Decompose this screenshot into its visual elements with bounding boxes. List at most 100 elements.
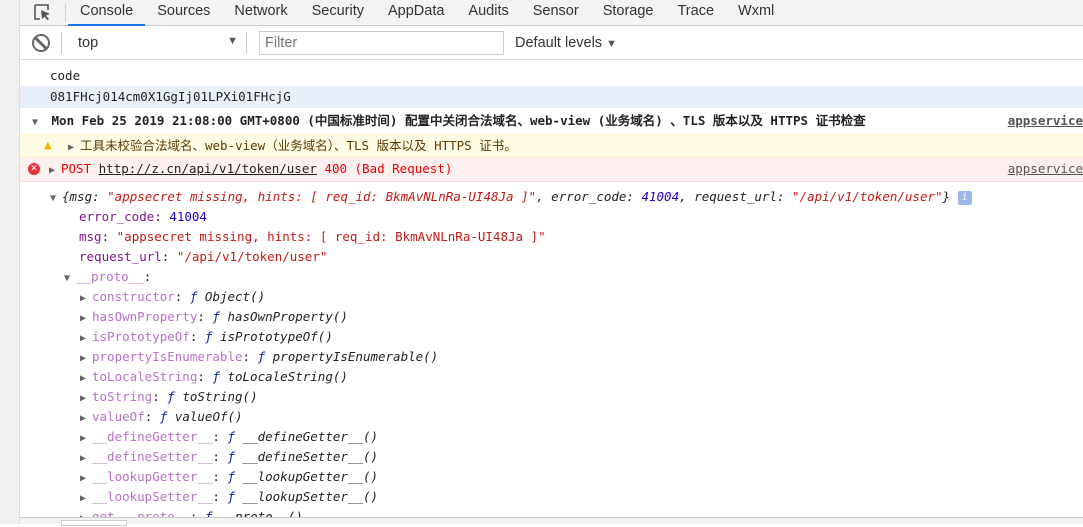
preview-part: "/api/v1/token/user": [792, 189, 943, 204]
collapsed-triangle-icon: ▶: [80, 393, 87, 404]
proto-property-row[interactable]: ▶ propertyIsEnumerable: ƒ propertyIsEnume…: [20, 347, 1083, 367]
function-signature: hasOwnProperty(): [227, 309, 348, 324]
proto-property-row[interactable]: ▶ constructor: ƒ Object(): [20, 287, 1083, 307]
function-signature: propertyIsEnumerable(): [272, 349, 439, 364]
http-status: 400 (Bad Request): [324, 161, 453, 176]
expanded-triangle-icon: ▼: [64, 273, 71, 284]
bottom-drawer-bar: [20, 517, 1083, 526]
property-key: error_code: [79, 209, 155, 224]
collapsed-triangle-icon: ▶: [80, 473, 87, 484]
function-icon: ƒ: [167, 389, 175, 404]
request-url-link[interactable]: http://z.cn/api/v1/token/user: [99, 161, 317, 176]
proto-property-row[interactable]: ▶ __defineSetter__: ƒ __defineSetter__(): [20, 447, 1083, 467]
tab-audits[interactable]: Audits: [456, 0, 520, 26]
property-key: toLocaleString: [92, 369, 198, 384]
devtools-tabbar: Console Sources Network Security AppData Audi…: [20, 0, 1083, 26]
log-text: 081FHcj014cm0X1GgIj01LPXi01FHcjG: [50, 89, 291, 104]
collapsed-triangle-icon: ▶: [80, 493, 87, 504]
proto-property-row[interactable]: ▶ isPrototypeOf: ƒ isPrototypeOf(): [20, 327, 1083, 347]
function-signature: __defineSetter__(): [242, 449, 379, 464]
collapsed-triangle-icon: ▶: [80, 353, 87, 364]
warning-message[interactable]: ▲ ▶ 工具未校验合法域名、web-view（业务域名）、TLS 版本以及 HTTP…: [20, 134, 1083, 157]
function-icon: ƒ: [227, 489, 236, 504]
proto-property-row[interactable]: ▶ __lookupSetter__: ƒ __lookupSetter__(): [20, 487, 1083, 507]
property-key: valueOf: [92, 409, 145, 424]
function-icon: ƒ: [212, 369, 220, 384]
context-selector[interactable]: top ▼: [78, 35, 238, 51]
object-preview[interactable]: ▼ {msg: "appsecret missing, hints: [ req_…: [20, 187, 1083, 207]
function-icon: ƒ: [227, 429, 236, 444]
dropdown-arrow-icon: ▼: [227, 35, 238, 47]
console-toolbar: top ▼ Default levels ▼: [20, 27, 1083, 60]
property-key: toString: [92, 389, 153, 404]
preview-part: 41004: [641, 189, 680, 204]
divider: [61, 32, 62, 54]
function-signature: __defineGetter__(): [242, 429, 379, 444]
clear-console-icon[interactable]: [32, 34, 50, 52]
drawer-tab[interactable]: [61, 520, 127, 526]
property-key: __proto__: [76, 269, 144, 284]
info-icon[interactable]: i: [957, 190, 972, 205]
divider: [65, 3, 66, 22]
tab-wxml[interactable]: Wxml: [726, 0, 786, 26]
http-method: POST: [61, 161, 92, 176]
function-icon: ƒ: [227, 469, 236, 484]
expanded-triangle-icon: ▼: [32, 117, 39, 128]
tab-console[interactable]: Console: [68, 0, 146, 26]
log-line: 081FHcj014cm0X1GgIj01LPXi01FHcjG: [20, 86, 1083, 108]
proto-property-row[interactable]: ▶ __lookupGetter__: ƒ __lookupGetter__(): [20, 467, 1083, 487]
property-value: "/api/v1/token/user": [176, 249, 328, 264]
context-value: top: [78, 35, 99, 51]
inspect-element-icon[interactable]: [32, 2, 54, 24]
tab-appdata[interactable]: AppData: [376, 0, 456, 26]
left-gutter: [0, 0, 20, 524]
proto-property-row[interactable]: ▶ toLocaleString: ƒ toLocaleString(): [20, 367, 1083, 387]
property-key: __defineSetter__: [92, 449, 213, 464]
preview-part: , error_code:: [536, 189, 642, 204]
tab-security[interactable]: Security: [300, 0, 376, 26]
preview-part: }: [942, 189, 951, 204]
expanded-triangle-icon: ▼: [50, 193, 57, 204]
tab-trace[interactable]: Trace: [665, 0, 726, 26]
tab-sources[interactable]: Sources: [145, 0, 222, 26]
proto-property-row[interactable]: ▶ hasOwnProperty: ƒ hasOwnProperty(): [20, 307, 1083, 327]
function-icon: ƒ: [257, 349, 266, 364]
function-icon: ƒ: [189, 289, 198, 304]
collapsed-triangle-icon: ▶: [80, 293, 87, 304]
console-group-header[interactable]: ▼ Mon Feb 25 2019 21:08:00 GMT+0800 (中国标…: [20, 108, 1083, 134]
property-value: 41004: [169, 209, 207, 224]
source-link[interactable]: appservice: [999, 157, 1083, 181]
property-key: propertyIsEnumerable: [92, 349, 243, 364]
console-output: code 081FHcj014cm0X1GgIj01LPXi01FHcjG ▼ …: [20, 62, 1083, 527]
collapsed-triangle-icon: ▶: [49, 165, 56, 176]
warning-text: 工具未校验合法域名、web-view（业务域名）、TLS 版本以及 HTTPS …: [80, 138, 517, 153]
divider: [246, 32, 247, 54]
function-signature: valueOf(): [174, 409, 243, 424]
function-icon: ƒ: [204, 329, 213, 344]
collapsed-triangle-icon: ▶: [80, 373, 87, 384]
log-levels-dropdown[interactable]: Default levels ▼: [515, 35, 617, 51]
property-key: __defineGetter__: [92, 429, 213, 444]
proto-property-row[interactable]: ▶ valueOf: ƒ valueOf(): [20, 407, 1083, 427]
error-message[interactable]: ✕ ▶ POST http://z.cn/api/v1/token/user 400…: [20, 157, 1083, 182]
property-row: request_url: "/api/v1/token/user": [79, 249, 328, 264]
tab-storage[interactable]: Storage: [591, 0, 666, 26]
tab-network[interactable]: Network: [222, 0, 299, 26]
collapsed-triangle-icon: ▶: [80, 453, 87, 464]
proto-property-row[interactable]: ▶ toString: ƒ toString(): [20, 387, 1083, 407]
property-key: constructor: [92, 289, 175, 304]
property-row: error_code: 41004: [79, 209, 207, 224]
proto-node[interactable]: ▼ __proto__:: [20, 267, 1083, 287]
warning-icon: ▲: [44, 138, 52, 153]
function-icon: ƒ: [159, 409, 168, 424]
proto-property-row[interactable]: ▶ __defineGetter__: ƒ __defineGetter__(): [20, 427, 1083, 447]
property-key: msg: [79, 229, 102, 244]
source-link[interactable]: appservice: [999, 108, 1083, 134]
function-icon: ƒ: [212, 309, 220, 324]
function-signature: __lookupGetter__(): [242, 469, 379, 484]
property-key: __lookupSetter__: [92, 489, 213, 504]
dropdown-arrow-icon: ▼: [606, 38, 617, 50]
tab-sensor[interactable]: Sensor: [521, 0, 591, 26]
function-signature: Object(): [204, 289, 266, 304]
filter-input[interactable]: [259, 31, 504, 55]
